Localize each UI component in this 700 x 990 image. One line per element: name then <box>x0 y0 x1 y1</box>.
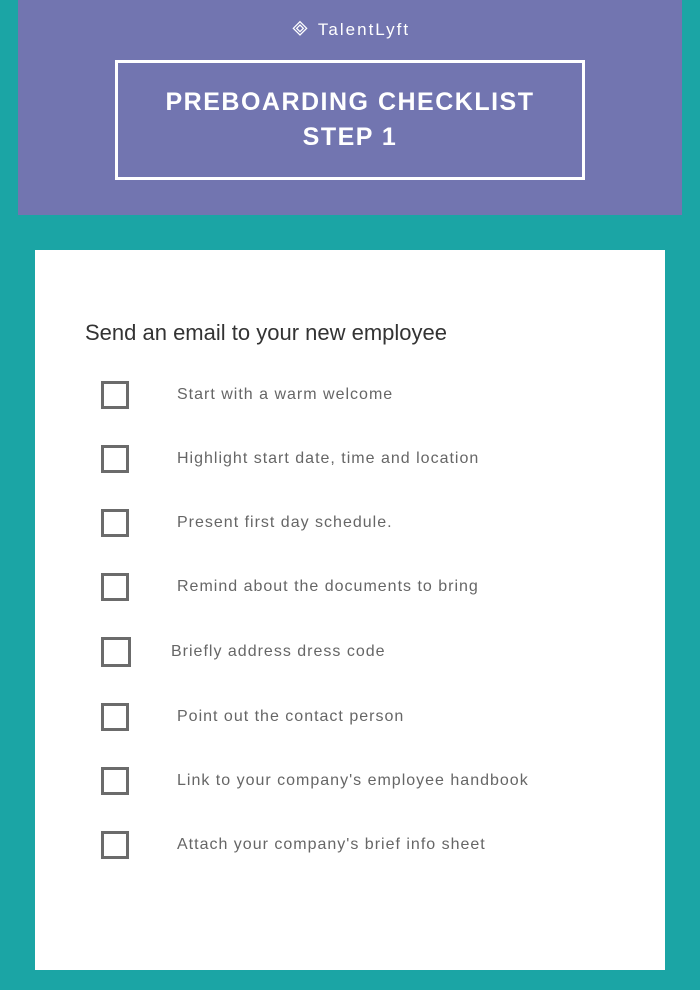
checkbox-icon[interactable] <box>101 703 129 731</box>
brand: TalentLyft <box>18 20 682 40</box>
brand-name: TalentLyft <box>318 20 410 40</box>
item-label: Remind about the documents to bring <box>177 578 479 596</box>
item-label: Highlight start date, time and location <box>177 450 479 468</box>
brand-logo-icon <box>290 20 310 40</box>
item-label: Start with a warm welcome <box>177 386 393 404</box>
list-item: Link to your company's employee handbook <box>85 767 615 795</box>
item-label: Present first day schedule. <box>177 514 393 532</box>
item-label: Point out the contact person <box>177 708 404 726</box>
section-title: Send an email to your new employee <box>85 320 615 346</box>
checklist: Start with a warm welcome Highlight star… <box>85 381 615 859</box>
list-item: Highlight start date, time and location <box>85 445 615 473</box>
list-item: Point out the contact person <box>85 703 615 731</box>
list-item: Attach your company's brief info sheet <box>85 831 615 859</box>
list-item: Remind about the documents to bring <box>85 573 615 601</box>
checkbox-icon[interactable] <box>101 573 129 601</box>
list-item: Start with a warm welcome <box>85 381 615 409</box>
checkbox-icon[interactable] <box>101 445 129 473</box>
title-line-2: STEP 1 <box>128 120 572 155</box>
list-item: Present first day schedule. <box>85 509 615 537</box>
checkbox-icon[interactable] <box>101 637 131 667</box>
checkbox-icon[interactable] <box>101 381 129 409</box>
item-label: Attach your company's brief info sheet <box>177 836 486 854</box>
checkbox-icon[interactable] <box>101 509 129 537</box>
title-line-1: PREBOARDING CHECKLIST <box>128 85 572 120</box>
checkbox-icon[interactable] <box>101 831 129 859</box>
checklist-card: Send an email to your new employee Start… <box>35 250 665 970</box>
checkbox-icon[interactable] <box>101 767 129 795</box>
item-label: Link to your company's employee handbook <box>177 772 529 790</box>
header-band: TalentLyft PREBOARDING CHECKLIST STEP 1 <box>18 0 682 215</box>
content-area: Send an email to your new employee Start… <box>0 215 700 970</box>
item-label: Briefly address dress code <box>171 643 386 661</box>
title-box: PREBOARDING CHECKLIST STEP 1 <box>115 60 585 180</box>
list-item: Briefly address dress code <box>85 637 615 667</box>
